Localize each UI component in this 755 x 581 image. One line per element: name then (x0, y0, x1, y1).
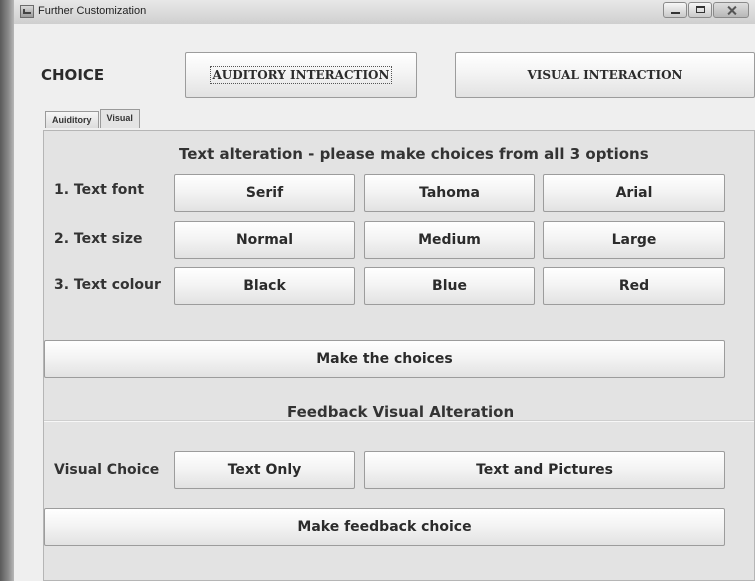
choice-heading: CHOICE (41, 66, 105, 84)
text-size-label: 2. Text size (54, 231, 143, 247)
auditory-interaction-label: AUDITORY INTERACTION (209, 66, 393, 84)
text-alteration-title: Text alteration - please make choices fr… (179, 145, 649, 163)
window-controls (662, 2, 749, 18)
make-choices-button[interactable]: Make the choices (44, 340, 725, 378)
auditory-interaction-button[interactable]: AUDITORY INTERACTION (185, 52, 417, 98)
tab-strip: Auiditory Visual (45, 109, 141, 129)
text-and-pictures-button[interactable]: Text and Pictures (364, 451, 725, 489)
colour-red-button[interactable]: Red (543, 267, 725, 305)
maximize-icon[interactable] (688, 2, 712, 18)
further-customization-window: Further Customization CHOICE AUDITORY IN… (14, 0, 755, 581)
window-title: Further Customization (38, 5, 147, 17)
title-bar[interactable]: Further Customization (14, 0, 755, 25)
desktop-edge (0, 0, 14, 581)
font-tahoma-button[interactable]: Tahoma (364, 174, 535, 212)
size-large-button[interactable]: Large (543, 221, 725, 259)
size-normal-button[interactable]: Normal (174, 221, 355, 259)
visual-interaction-button[interactable]: VISUAL INTERACTION (455, 52, 755, 98)
tab-visual[interactable]: Visual (99, 109, 140, 128)
colour-black-button[interactable]: Black (174, 267, 355, 305)
close-icon[interactable] (713, 2, 749, 18)
text-only-button[interactable]: Text Only (174, 451, 355, 489)
font-serif-button[interactable]: Serif (174, 174, 355, 212)
minimize-icon[interactable] (663, 2, 687, 18)
window-content: CHOICE AUDITORY INTERACTION VISUAL INTER… (14, 24, 755, 581)
feedback-visual-title: Feedback Visual Alteration (287, 403, 515, 421)
make-feedback-choice-button[interactable]: Make feedback choice (44, 508, 725, 546)
size-medium-button[interactable]: Medium (364, 221, 535, 259)
visual-choice-label: Visual Choice (54, 462, 160, 478)
colour-blue-button[interactable]: Blue (364, 267, 535, 305)
visual-tab-panel: Text alteration - please make choices fr… (43, 130, 755, 581)
visual-interaction-label: VISUAL INTERACTION (527, 68, 683, 82)
section-divider-highlight (44, 421, 754, 422)
text-colour-label: 3. Text colour (54, 277, 161, 293)
font-arial-button[interactable]: Arial (543, 174, 725, 212)
tab-auditory[interactable]: Auiditory (45, 111, 99, 128)
app-icon (20, 5, 34, 18)
text-font-label: 1. Text font (54, 182, 145, 198)
